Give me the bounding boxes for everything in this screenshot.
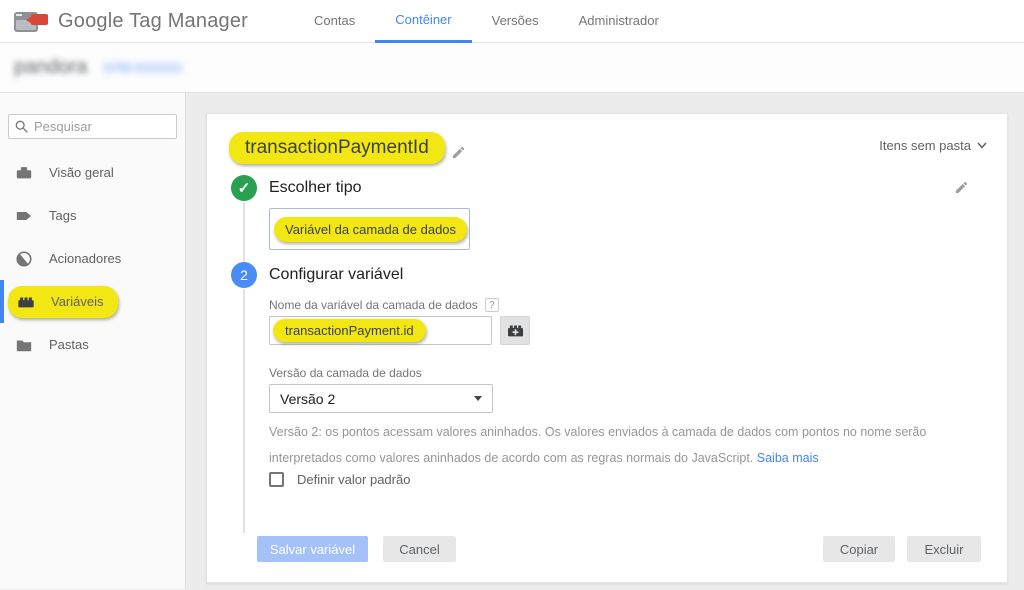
content-area: Visão geral Tags Acionadores <box>0 93 1024 589</box>
select-arrow-icon <box>474 396 482 401</box>
variable-name-label: Nome da variável da camada de dados ? <box>269 298 499 312</box>
delete-button[interactable]: Excluir <box>907 536 981 562</box>
copy-button[interactable]: Copiar <box>823 536 895 562</box>
default-value-row[interactable]: Definir valor padrão <box>269 472 410 487</box>
tab-conteiner[interactable]: Contêiner <box>375 0 471 43</box>
search-box[interactable] <box>8 114 177 139</box>
help-icon[interactable]: ? <box>485 298 499 312</box>
step1-heading: Escolher tipo <box>269 179 362 197</box>
step2-number-badge: 2 <box>231 262 257 288</box>
search-icon <box>15 120 28 133</box>
variable-name-input[interactable]: transactionPayment.id <box>269 316 492 345</box>
folder-dropdown[interactable]: Itens sem pasta <box>879 138 987 153</box>
container-id-blurred[interactable]: GTM-XXXXXX <box>103 61 182 75</box>
sidebar-item-label: Pastas <box>49 337 89 352</box>
search-input[interactable] <box>34 119 164 134</box>
insert-variable-button[interactable] <box>500 316 530 345</box>
save-variable-button[interactable]: Salvar variável <box>257 536 368 562</box>
sidebar-item-tags[interactable]: Tags <box>0 194 185 237</box>
sidebar-item-visao-geral[interactable]: Visão geral <box>0 151 185 194</box>
folder-icon <box>14 335 34 355</box>
version-select-value: Versão 2 <box>280 391 474 407</box>
tab-contas[interactable]: Contas <box>294 0 375 43</box>
page-title: transactionPaymentId <box>229 132 445 164</box>
variable-brick-icon <box>16 292 36 312</box>
topnav-tabs: Contas Contêiner Versões Administrador <box>294 0 679 43</box>
chevron-down-icon <box>977 142 987 149</box>
edit-title-icon[interactable] <box>451 145 466 160</box>
tab-administrador[interactable]: Administrador <box>559 0 679 43</box>
account-name-blurred[interactable]: pandora <box>14 56 87 79</box>
top-navigation-bar: Google Tag Manager Contas Contêiner Vers… <box>0 0 1024 43</box>
cancel-button[interactable]: Cancel <box>383 536 456 562</box>
sidebar-item-label: Tags <box>49 208 76 223</box>
default-value-checkbox[interactable] <box>269 472 284 487</box>
edit-type-icon[interactable] <box>954 180 969 195</box>
sidebar-item-label: Variáveis <box>51 294 104 309</box>
overview-icon <box>14 163 34 183</box>
version-select[interactable]: Versão 2 <box>269 384 493 413</box>
sidebar-item-acionadores[interactable]: Acionadores <box>0 237 185 280</box>
trigger-icon <box>14 249 34 269</box>
gtm-logo-icon <box>14 8 48 34</box>
default-value-label: Definir valor padrão <box>297 472 410 487</box>
variable-type-value: Variável da camada de dados <box>274 217 467 242</box>
annotation-highlight: Variáveis <box>8 286 118 318</box>
tag-icon <box>14 206 34 226</box>
step-connector-line <box>243 202 245 261</box>
sidebar-item-label: Visão geral <box>49 165 114 180</box>
variable-brick-plus-icon <box>507 323 524 338</box>
variable-editor-card: transactionPaymentId Itens sem pasta ✓ E… <box>206 113 1008 583</box>
variable-type-box[interactable]: Variável da camada de dados <box>269 208 470 250</box>
version-label: Versão da camada de dados <box>269 366 422 380</box>
folder-dropdown-label: Itens sem pasta <box>879 138 971 153</box>
step-connector-line <box>243 289 245 533</box>
sidebar-item-label: Acionadores <box>49 251 121 266</box>
version-help-text: Versão 2: os pontos acessam valores anin… <box>269 419 969 471</box>
brand-title: Google Tag Manager <box>58 10 248 33</box>
variable-name-value: transactionPayment.id <box>273 319 426 342</box>
account-subheader: pandora GTM-XXXXXX <box>0 43 1024 93</box>
tab-versoes[interactable]: Versões <box>472 0 559 43</box>
step1-check-icon: ✓ <box>231 175 257 201</box>
sidebar: Visão geral Tags Acionadores <box>0 93 186 589</box>
sidebar-item-variaveis[interactable]: Variáveis <box>0 280 185 323</box>
sidebar-item-pastas[interactable]: Pastas <box>0 323 185 366</box>
step2-heading: Configurar variável <box>269 266 403 284</box>
saiba-mais-link[interactable]: Saiba mais <box>757 451 819 465</box>
